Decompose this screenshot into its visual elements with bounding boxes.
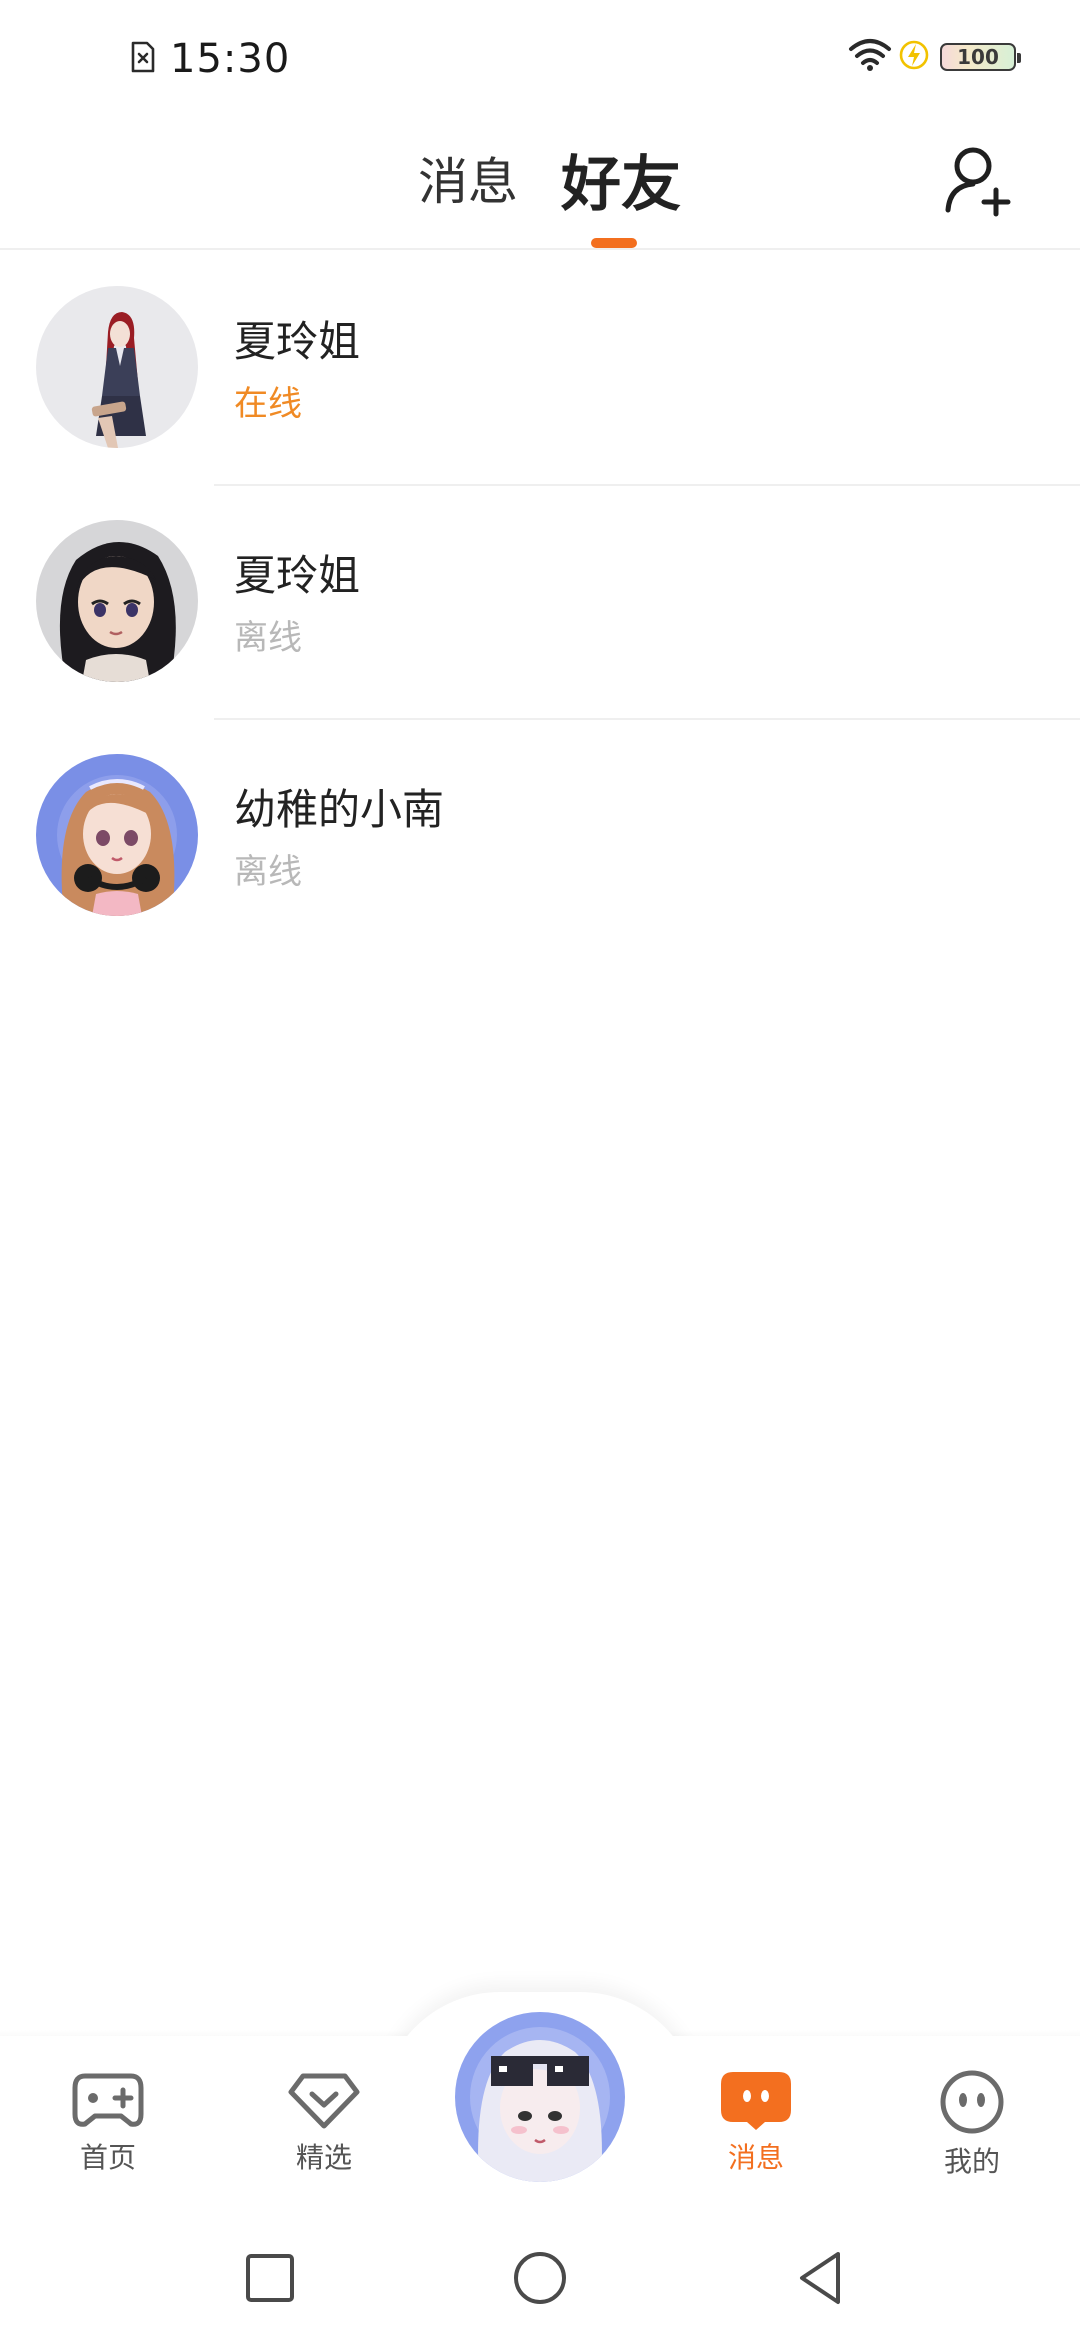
friend-list: 夏玲姐 在线 夏玲姐 离线 幼稚的小南 离线 bbox=[0, 252, 1080, 954]
add-friend-button[interactable] bbox=[940, 140, 1020, 220]
nav-label-home: 首页 bbox=[79, 2141, 136, 2174]
top-header: 消息 好友 bbox=[0, 120, 1080, 250]
battery-icon: 100 bbox=[940, 43, 1021, 71]
status-left: 15:30 bbox=[130, 36, 290, 82]
message-bubble-icon bbox=[721, 2072, 791, 2130]
friend-name: 夏玲姐 bbox=[234, 317, 361, 366]
wifi-icon bbox=[848, 38, 892, 76]
friend-status: 在线 bbox=[234, 384, 302, 424]
recent-apps-icon bbox=[246, 2254, 294, 2302]
nav-item-home[interactable]: 首页 bbox=[48, 2070, 168, 2176]
tab-messages-label: 消息 bbox=[418, 153, 518, 211]
friend-name: 幼稚的小南 bbox=[234, 785, 445, 834]
friend-row[interactable]: 夏玲姐 在线 bbox=[0, 252, 1080, 486]
avatar bbox=[36, 520, 198, 682]
tab-friends-label: 好友 bbox=[561, 150, 681, 220]
friend-name: 夏玲姐 bbox=[234, 551, 361, 600]
avatar bbox=[36, 754, 198, 916]
nav-item-featured[interactable]: 精选 bbox=[264, 2070, 384, 2176]
back-icon bbox=[800, 2252, 840, 2304]
add-friend-icon bbox=[945, 147, 1011, 217]
active-tab-indicator bbox=[591, 238, 637, 248]
charging-icon bbox=[898, 39, 930, 75]
nav-item-messages[interactable]: 消息 bbox=[696, 2070, 816, 2176]
recent-apps-button[interactable] bbox=[240, 2248, 300, 2308]
face-icon bbox=[940, 2070, 1004, 2134]
nav-label-messages: 消息 bbox=[727, 2141, 784, 2174]
tab-messages[interactable]: 消息 bbox=[418, 142, 518, 214]
status-bar: 15:30 100 bbox=[0, 0, 1080, 120]
friend-status: 离线 bbox=[234, 618, 302, 658]
avatar-center-icon bbox=[455, 2012, 625, 2182]
sim-off-icon bbox=[130, 40, 156, 78]
system-nav-bar bbox=[0, 2226, 1080, 2340]
status-right: 100 bbox=[848, 38, 1021, 76]
back-button[interactable] bbox=[790, 2248, 850, 2308]
home-button[interactable] bbox=[510, 2248, 570, 2308]
friend-status: 离线 bbox=[234, 852, 302, 892]
nav-label-mine: 我的 bbox=[943, 2145, 1000, 2178]
diamond-heart-icon bbox=[288, 2073, 360, 2129]
battery-level: 100 bbox=[957, 45, 999, 69]
avatar bbox=[36, 286, 198, 448]
nav-item-mine[interactable]: 我的 bbox=[912, 2070, 1032, 2180]
friend-row[interactable]: 夏玲姐 离线 bbox=[0, 486, 1080, 720]
friend-row[interactable]: 幼稚的小南 离线 bbox=[0, 720, 1080, 954]
nav-label-featured: 精选 bbox=[295, 2141, 352, 2174]
home-icon bbox=[514, 2252, 566, 2304]
status-time: 15:30 bbox=[170, 36, 291, 82]
tab-friends[interactable]: 好友 bbox=[561, 136, 681, 223]
center-avatar-button[interactable] bbox=[455, 2012, 625, 2182]
friends-screen: 15:30 100 消息 好友 夏玲姐 在线 夏玲姐 离线 幼稚的小南 离线 首… bbox=[0, 0, 1080, 2340]
gamepad-icon bbox=[72, 2073, 144, 2127]
